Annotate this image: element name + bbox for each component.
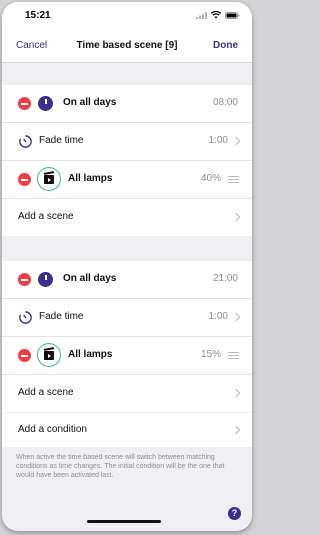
add-condition-row[interactable]: Add a condition (2, 413, 252, 447)
signal-icon (196, 11, 207, 19)
done-button[interactable]: Done (213, 40, 238, 51)
home-indicator (87, 520, 161, 523)
reorder-handle-icon[interactable] (228, 352, 239, 361)
scene-label: All lamps (68, 173, 113, 184)
add-scene-row[interactable]: Add a scene (2, 375, 252, 412)
time-block-1: On all days 08:00 Fade time 1:00 All lam… (2, 85, 252, 236)
delete-icon[interactable] (18, 97, 31, 110)
scene-row[interactable]: All lamps 40% (2, 161, 252, 199)
clock-icon (38, 272, 53, 287)
fade-time-value: 1:00 (208, 135, 228, 146)
delete-icon[interactable] (18, 173, 31, 186)
time-row[interactable]: On all days 21:00 (2, 261, 252, 299)
phone-screen: 15:21 Cancel Time based scene [9] Done O… (2, 2, 252, 531)
time-block-2: On all days 21:00 Fade time 1:00 All lam… (2, 261, 252, 412)
chevron-right-icon (231, 425, 241, 435)
scene-value: 15% (200, 349, 221, 360)
scene-clapperboard-icon (37, 343, 61, 367)
delete-icon[interactable] (18, 349, 31, 362)
fade-time-icon (19, 135, 32, 148)
fade-time-label: Fade time (39, 135, 84, 146)
fade-time-row[interactable]: Fade time 1:00 (2, 299, 252, 337)
fade-time-row[interactable]: Fade time 1:00 (2, 123, 252, 161)
condition-group: Add a condition (2, 413, 252, 447)
nav-bar: Cancel Time based scene [9] Done (2, 28, 252, 63)
add-scene-label: Add a scene (18, 211, 74, 222)
help-button[interactable]: ? (228, 507, 241, 520)
add-scene-label: Add a scene (18, 387, 74, 398)
add-condition-label: Add a condition (18, 424, 87, 435)
fade-time-label: Fade time (39, 311, 84, 322)
day-label: On all days (63, 97, 117, 108)
chevron-right-icon (231, 136, 241, 146)
battery-icon (225, 11, 240, 19)
time-value: 21:00 (212, 273, 238, 284)
add-scene-row[interactable]: Add a scene (2, 199, 252, 236)
fade-time-icon (19, 311, 32, 324)
scene-clapperboard-icon (37, 167, 61, 191)
chevron-right-icon (231, 312, 241, 322)
status-bar: 15:21 (2, 2, 252, 28)
status-time: 15:21 (25, 10, 51, 21)
scene-row[interactable]: All lamps 15% (2, 337, 252, 375)
status-icons (196, 11, 240, 19)
delete-icon[interactable] (18, 273, 31, 286)
scene-value: 40% (200, 173, 221, 184)
footer-note: When active the time based scene will sw… (16, 454, 225, 479)
time-value: 08:00 (212, 97, 238, 108)
time-row[interactable]: On all days 08:00 (2, 85, 252, 123)
reorder-handle-icon[interactable] (228, 176, 239, 185)
chevron-right-icon (231, 212, 241, 222)
scene-label: All lamps (68, 349, 113, 360)
fade-time-value: 1:00 (208, 311, 228, 322)
chevron-right-icon (231, 388, 241, 398)
day-label: On all days (63, 273, 117, 284)
clock-icon (38, 96, 53, 111)
wifi-icon (211, 11, 221, 19)
